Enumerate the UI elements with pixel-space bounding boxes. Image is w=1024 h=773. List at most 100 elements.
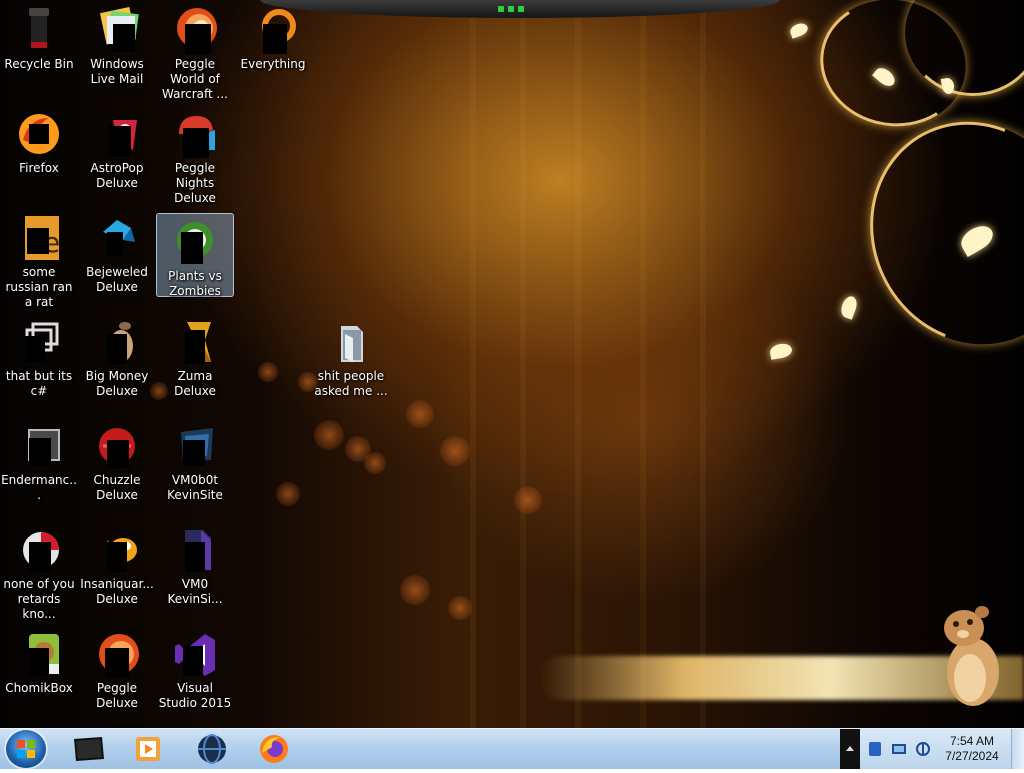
app-icon — [15, 422, 63, 470]
bluetooth-tray-icon[interactable] — [866, 740, 884, 758]
desktop-icon-shit-people-asked[interactable]: shit people asked me ... — [312, 314, 390, 410]
gem-icon — [93, 214, 141, 262]
start-button[interactable] — [6, 730, 46, 768]
desktop-icon-peggle-deluxe[interactable]: Peggle Deluxe — [78, 626, 156, 722]
wallpaper-leaf — [788, 21, 810, 39]
wallpaper-leaf — [838, 294, 860, 320]
app-icon — [15, 526, 63, 574]
desktop[interactable]: Recycle Bin Windows Live Mail Peggle Wor… — [0, 0, 1024, 728]
desktop-icon-everything[interactable]: Everything — [234, 2, 312, 98]
clock-date: 7/27/2024 — [945, 749, 999, 763]
redaction — [107, 542, 127, 572]
desktop-icon-bejeweled[interactable]: Bejeweled Deluxe — [78, 210, 156, 306]
file-icon — [171, 526, 219, 574]
recycle-bin-icon — [15, 6, 63, 54]
redaction — [29, 124, 49, 144]
desktop-icon-none-of-you[interactable]: none of you retards kno... — [0, 522, 78, 621]
taskbar-pinned-firefox[interactable] — [248, 731, 300, 767]
desktop-icon-chomikbox[interactable]: ChomikBox — [0, 626, 78, 722]
desktop-icon-endermanch[interactable]: Endermanc... — [0, 418, 78, 514]
desktop-icon-vm0b0t-kevinsite[interactable]: VM0b0t KevinSite — [156, 418, 234, 514]
desktop-icon-that-but-csharp[interactable]: that but its c# — [0, 314, 78, 410]
icon-label: ChomikBox — [5, 681, 73, 695]
redaction — [107, 440, 129, 468]
terminal-icon — [74, 737, 104, 761]
taskbar-pinned-terminal[interactable] — [62, 731, 114, 767]
redaction — [105, 648, 129, 678]
desktop-icon-zuma[interactable]: Zuma Deluxe — [156, 314, 234, 410]
desktop-icon-russian-rat[interactable]: e some russian ran a rat — [0, 210, 78, 309]
desktop-icon-chuzzle[interactable]: Chuzzle Deluxe — [78, 418, 156, 514]
desktop-icon-vm0-kevinsite[interactable]: VM0 KevinSi... — [156, 522, 234, 618]
desktop-icon-peggle-wow[interactable]: Peggle World of Warcraft ... — [156, 2, 234, 101]
icon-label: Everything — [240, 57, 306, 71]
taskbar-pinned-media-player[interactable] — [122, 731, 174, 767]
wallpaper-bokeh — [364, 452, 386, 474]
taskbar-pinned-globe[interactable] — [186, 731, 238, 767]
desktop-icon-visual-studio[interactable]: Visual Studio 2015 — [156, 626, 234, 722]
redaction — [183, 128, 209, 158]
desktop-icon-windows-live-mail[interactable]: Windows Live Mail — [78, 2, 156, 98]
icon-label: Plants vs Zombies — [168, 269, 222, 298]
desktop-icon-peggle-nights[interactable]: Peggle Nights Deluxe — [156, 106, 234, 205]
wallpaper-streak — [700, 0, 706, 728]
media-player-icon — [136, 737, 160, 761]
game-icon — [171, 318, 219, 366]
globe-icon — [198, 734, 226, 764]
peggle-icon — [93, 630, 141, 678]
desktop-icon-plants-vs-zombies[interactable]: Plants vs Zombies — [156, 213, 234, 298]
redaction — [29, 648, 49, 676]
icon-label: Chuzzle Deluxe — [93, 473, 141, 502]
desktop-icon-astropop[interactable]: AstroPop Deluxe — [78, 106, 156, 202]
desktop-icon-firefox[interactable]: Firefox — [0, 106, 78, 202]
app-icon: e — [15, 214, 63, 262]
game-icon — [93, 318, 141, 366]
windows-logo-icon — [17, 740, 35, 758]
game-icon — [93, 110, 141, 158]
icon-label: Peggle Deluxe — [96, 681, 138, 710]
icon-label: shit people asked me ... — [314, 369, 388, 398]
hamster-gadget[interactable] — [940, 604, 1006, 710]
desktop-icon-big-money[interactable]: Big Money Deluxe — [78, 314, 156, 410]
mail-icon — [93, 6, 141, 54]
wallpaper-streak — [640, 0, 646, 728]
redaction — [263, 24, 287, 54]
wallpaper-bokeh — [406, 400, 434, 428]
game-icon — [93, 422, 141, 470]
icon-label: VM0b0t KevinSite — [167, 473, 223, 502]
wallpaper-streak — [575, 0, 581, 728]
desktop-icon-insaniquarium[interactable]: Insaniquar... Deluxe — [78, 522, 156, 618]
peggle-icon — [171, 6, 219, 54]
fish-icon — [93, 526, 141, 574]
redaction — [185, 24, 211, 54]
folder-icon — [327, 318, 375, 366]
taskbar: 7:54 AM 7/27/2024 — [0, 728, 1024, 769]
hamster-icon — [15, 630, 63, 678]
icon-label: none of you retards kno... — [3, 577, 75, 621]
redaction — [27, 228, 49, 254]
wallpaper-bokeh — [514, 486, 542, 514]
wallpaper-bokeh — [440, 436, 470, 466]
icon-label: that but its c# — [5, 369, 73, 398]
wallpaper-streak — [470, 0, 476, 728]
peggle-icon — [171, 110, 219, 158]
redaction — [183, 440, 205, 466]
firefox-icon — [260, 735, 288, 763]
wallpaper-bokeh — [448, 596, 472, 620]
icon-label: Big Money Deluxe — [85, 369, 149, 398]
desktop-icon-recycle-bin[interactable]: Recycle Bin — [0, 2, 78, 98]
wallpaper-swirl — [833, 87, 1024, 379]
icon-label: some russian ran a rat — [5, 265, 73, 309]
show-hidden-icons-button[interactable] — [840, 729, 860, 769]
chevron-up-icon — [846, 746, 854, 751]
system-tray: 7:54 AM 7/27/2024 — [840, 729, 1024, 769]
icon-label: Zuma Deluxe — [174, 369, 216, 398]
clock[interactable]: 7:54 AM 7/27/2024 — [926, 734, 1018, 764]
wallpaper-bokeh — [314, 420, 344, 450]
icon-label: Peggle Nights Deluxe — [174, 161, 216, 205]
icon-label: Recycle Bin — [4, 57, 74, 71]
network-tray-icon[interactable] — [890, 740, 908, 758]
game-icon — [171, 218, 219, 266]
redaction — [29, 438, 51, 466]
show-desktop-button[interactable] — [1011, 729, 1024, 769]
